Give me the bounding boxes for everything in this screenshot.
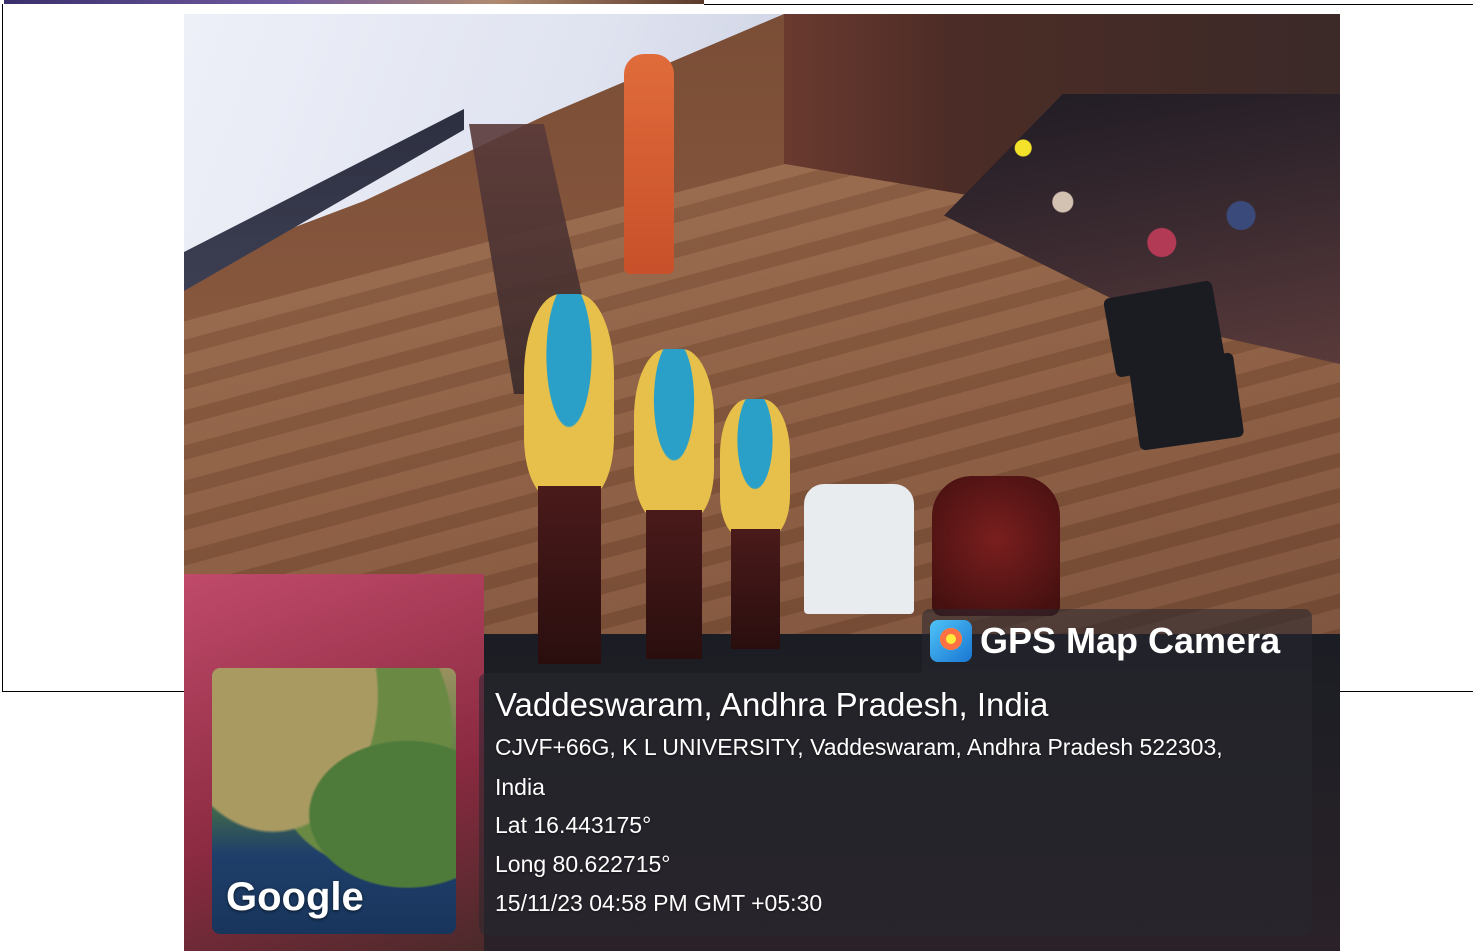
white-memento <box>804 484 914 614</box>
trophy-base <box>730 529 780 649</box>
latitude: Lat 16.443175° <box>495 812 652 838</box>
trophy-large <box>524 294 614 664</box>
location-address: CJVF+66G, K L UNIVERSITY, Vaddeswaram, A… <box>495 734 1223 760</box>
event-photo: GPS Map Camera Google Vaddeswaram, Andhr… <box>184 14 1340 951</box>
frame-border-left <box>2 4 3 692</box>
location-address-country: India <box>495 774 545 800</box>
trophy-cup <box>524 294 614 498</box>
frame-border-top <box>704 4 1473 5</box>
trophy-base <box>646 510 702 659</box>
page: GPS Map Camera Google Vaddeswaram, Andhr… <box>0 0 1473 951</box>
map-thumbnail: Google <box>212 668 456 934</box>
speaker-figure <box>624 54 674 274</box>
wooden-memento <box>932 476 1060 616</box>
location-place: Vaddeswaram, Andhra Pradesh, India <box>495 686 1049 723</box>
stage-monitor-speaker <box>1128 352 1245 451</box>
frame-border-bottom-left <box>2 691 184 692</box>
timestamp: 15/11/23 04:58 PM GMT +05:30 <box>495 890 823 916</box>
trophy-cup <box>634 349 714 520</box>
frame-border-bottom-right <box>1340 691 1473 692</box>
trophy-base <box>537 486 601 664</box>
trophy-medium <box>634 349 714 659</box>
longitude: Long 80.622715° <box>495 851 671 877</box>
google-logo: Google <box>226 875 364 919</box>
trophy-cup <box>720 399 790 537</box>
previous-image-strip <box>4 0 704 4</box>
trophy-small <box>720 399 790 649</box>
gps-map-camera-logo-icon <box>930 620 972 662</box>
gps-title-bar: GPS Map Camera <box>922 609 1312 673</box>
gps-app-title: GPS Map Camera <box>980 620 1281 661</box>
